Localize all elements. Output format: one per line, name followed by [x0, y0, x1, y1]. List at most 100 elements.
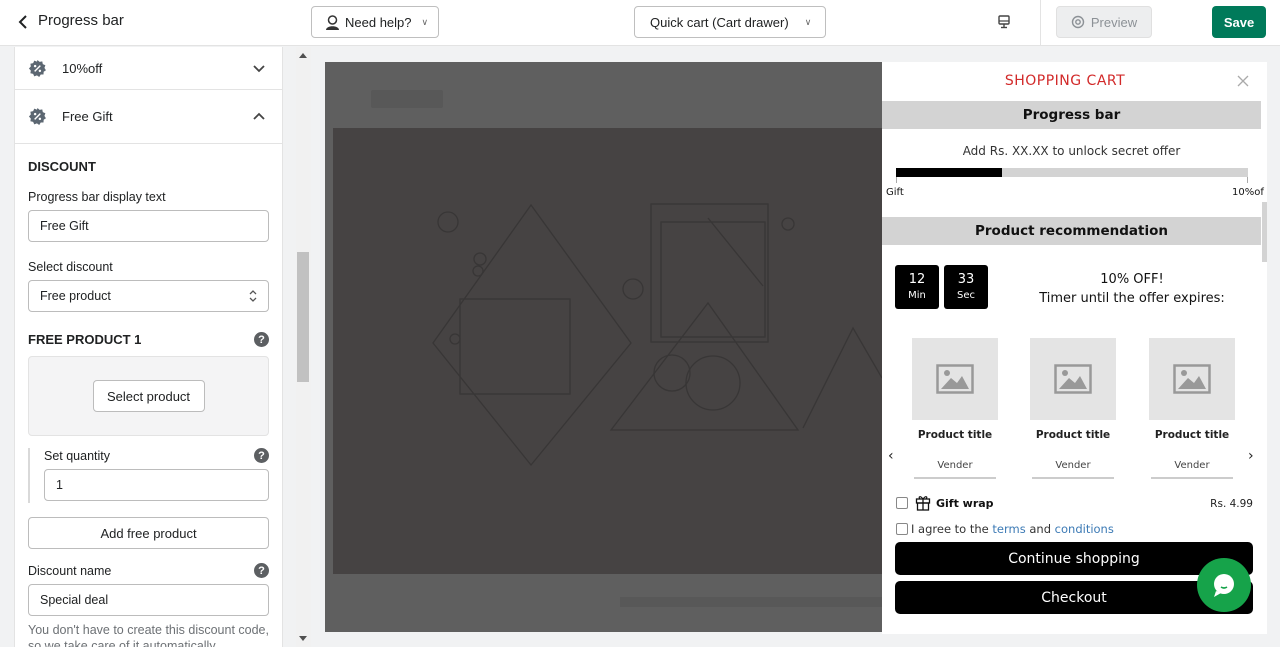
hero-banner	[333, 128, 882, 574]
terms-and: and	[1029, 522, 1052, 536]
preview-button[interactable]: Preview	[1056, 6, 1152, 38]
top-bar: Progress bar Need help? ∨ Quick cart (Ca…	[0, 0, 1280, 46]
image-placeholder-icon	[1054, 364, 1092, 394]
eye-icon	[1071, 15, 1085, 29]
display-text-input[interactable]: Free Gift	[28, 210, 269, 242]
need-help-button[interactable]: Need help? ∨	[311, 6, 439, 38]
terms-checkbox[interactable]	[896, 523, 908, 535]
preview-label: Preview	[1090, 14, 1138, 30]
help-icon[interactable]: ?	[254, 563, 269, 578]
quantity-group: Set quantity ? 1	[28, 448, 269, 503]
image-placeholder-icon	[936, 364, 974, 394]
hero-illustration	[432, 203, 882, 467]
product-image-placeholder[interactable]	[1149, 338, 1235, 420]
view-select-value: Quick cart (Cart drawer)	[650, 14, 789, 30]
carousel-prev-icon[interactable]: ‹	[888, 448, 894, 464]
select-discount-label: Select discount	[28, 260, 113, 274]
scroll-down-arrow-icon[interactable]	[299, 636, 307, 641]
support-agent-icon	[326, 14, 339, 30]
select-arrows-icon	[249, 290, 257, 302]
offer-text: 10% OFF! Timer until the offer expires:	[1002, 270, 1262, 308]
quantity-input[interactable]: 1	[44, 469, 269, 501]
help-icon[interactable]: ?	[254, 332, 269, 347]
back-arrow-icon[interactable]	[14, 12, 34, 32]
cart-scrollbar[interactable]	[1262, 202, 1267, 262]
chevron-down-icon: ∨	[421, 16, 429, 27]
timer-minutes-unit: Min	[908, 290, 926, 301]
gift-wrap-price: Rs. 4.99	[1210, 498, 1253, 510]
select-discount-value: Free product	[40, 289, 111, 303]
view-select[interactable]: Quick cart (Cart drawer) ∨	[634, 6, 826, 38]
gift-wrap-label: Gift wrap	[936, 497, 994, 510]
cart-drawer: SHOPPING CART Progress bar Add Rs. XX.XX…	[882, 62, 1267, 634]
terms-text: I agree to the terms and conditions	[911, 522, 1114, 536]
progress-message: Add Rs. XX.XX to unlock secret offer	[962, 144, 1181, 158]
preview-header-placeholder	[371, 90, 443, 108]
chat-bubble-icon	[1214, 574, 1234, 597]
add-free-product-button[interactable]: Add free product	[28, 517, 269, 549]
product-title[interactable]: Product title	[1149, 429, 1235, 441]
gift-icon	[915, 496, 931, 511]
discount-name-label: Discount name	[28, 563, 112, 578]
chevron-up-icon	[253, 112, 265, 120]
display-text-label: Progress bar display text	[28, 190, 166, 204]
help-icon[interactable]: ?	[254, 448, 269, 463]
quantity-value: 1	[56, 478, 63, 492]
free-gift-settings: DISCOUNT Progress bar display text Free …	[15, 159, 282, 647]
timer-minutes: 12 Min	[895, 265, 939, 309]
product-image-placeholder[interactable]	[1030, 338, 1116, 420]
progress-tick-start	[896, 177, 897, 183]
divider	[1040, 0, 1041, 46]
chat-button[interactable]	[1197, 558, 1251, 612]
gift-wrap-checkbox[interactable]	[896, 497, 908, 509]
recommended-product: Product title Vender	[1149, 338, 1235, 479]
select-discount-dropdown[interactable]: Free product	[28, 280, 269, 312]
recommendation-header: Product recommendation	[882, 217, 1261, 245]
free-product-title: FREE PRODUCT 1	[28, 332, 142, 347]
set-quantity-label: Set quantity	[44, 448, 111, 463]
product-vendor: Vender	[1151, 460, 1233, 479]
product-title[interactable]: Product title	[912, 429, 998, 441]
image-placeholder-icon	[1173, 364, 1211, 394]
timer-seconds-unit: Sec	[957, 290, 975, 301]
progress-track	[896, 168, 1248, 177]
discount-section-title: DISCOUNT	[28, 159, 96, 174]
accordion-free-gift[interactable]: Free Gift	[15, 90, 282, 144]
desktop-device-icon[interactable]	[996, 14, 1012, 30]
preview-footer-placeholder	[620, 597, 882, 607]
timer-seconds-value: 33	[957, 272, 975, 287]
product-image-placeholder[interactable]	[912, 338, 998, 420]
carousel-next-icon[interactable]: ›	[1248, 448, 1254, 464]
close-icon[interactable]	[1236, 74, 1250, 88]
chevron-down-icon: ∨	[804, 16, 812, 27]
progress-start-label: Gift	[886, 187, 904, 198]
discount-badge-icon	[28, 59, 46, 77]
offer-headline: 10% OFF!	[1100, 272, 1164, 287]
select-product-button[interactable]: Select product	[92, 380, 205, 412]
settings-panel: 10%off Free Gift DISCOUNT Progress bar d…	[14, 47, 283, 647]
progress-fill	[896, 168, 1002, 177]
store-preview	[325, 62, 882, 632]
scroll-thumb[interactable]	[297, 252, 309, 382]
display-text-value: Free Gift	[40, 219, 89, 233]
conditions-link[interactable]: conditions	[1055, 522, 1114, 536]
save-button[interactable]: Save	[1212, 6, 1266, 38]
cart-title: SHOPPING CART	[1004, 73, 1126, 89]
free-product-picker: Select product	[28, 356, 269, 436]
progress-end-label: 10%of	[1232, 187, 1264, 198]
accordion-label: Free Gift	[62, 109, 113, 124]
terms-link[interactable]: terms	[992, 522, 1025, 536]
offer-subline: Timer until the offer expires:	[1039, 291, 1225, 306]
timer-minutes-value: 12	[908, 272, 926, 287]
discount-name-value: Special deal	[40, 593, 109, 607]
settings-scrollbar[interactable]	[296, 47, 311, 647]
scroll-up-arrow-icon[interactable]	[299, 53, 307, 58]
recommended-product: Product title Vender	[1030, 338, 1116, 479]
discount-help-text: You don't have to create this discount c…	[28, 623, 269, 647]
accordion-10-off[interactable]: 10%off	[15, 47, 282, 90]
product-vendor: Vender	[914, 460, 996, 479]
discount-name-input[interactable]: Special deal	[28, 584, 269, 616]
continue-shopping-button[interactable]: Continue shopping	[895, 542, 1253, 575]
product-title[interactable]: Product title	[1030, 429, 1116, 441]
progress-tick-end	[1247, 177, 1248, 183]
